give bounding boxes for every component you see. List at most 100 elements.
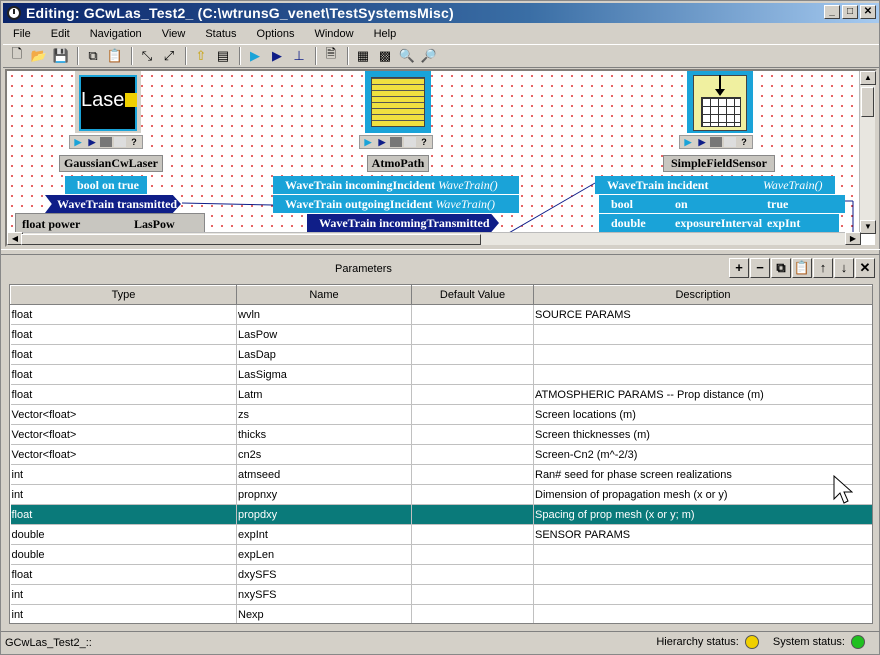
cell-default[interactable] <box>411 564 534 585</box>
menu-file[interactable]: File <box>3 28 41 40</box>
shrink-icon[interactable]: ⤡ <box>137 46 157 66</box>
table-row[interactable]: double expLen <box>10 544 872 565</box>
cell-description[interactable] <box>533 364 872 385</box>
scroll-right-icon[interactable]: ▶ <box>845 232 861 245</box>
table-row[interactable]: double expInt SENSOR PARAMS <box>10 524 872 545</box>
paste-icon[interactable]: 📋 <box>792 258 812 278</box>
cell-default[interactable] <box>411 464 534 485</box>
atmopath-block-name[interactable]: AtmoPath <box>367 155 429 172</box>
diagram-canvas[interactable]: Laser ▶ ▶? GaussianCwLaser bool on true W… <box>7 71 861 234</box>
cell-type[interactable]: Vector<float> <box>10 404 237 425</box>
cell-name[interactable]: Nexp <box>236 604 412 623</box>
close-icon[interactable]: ✕ <box>860 5 876 19</box>
cell-name[interactable]: cn2s <box>236 444 412 465</box>
add-parameter-button[interactable]: + <box>729 258 749 278</box>
laser-block-icon[interactable]: Laser <box>75 71 141 133</box>
sensor-block-icon[interactable] <box>687 71 753 133</box>
column-header-description[interactable]: Description <box>533 285 872 305</box>
sensor-bool-port[interactable]: bool on true <box>599 195 845 213</box>
menu-window[interactable]: Window <box>304 28 363 40</box>
atmopath-incoming-transmitted-port[interactable]: WaveTrain incomingTransmitted <box>307 214 499 232</box>
menu-status[interactable]: Status <box>195 28 246 40</box>
up-arrow-icon[interactable]: ⇧ <box>191 46 211 66</box>
cell-type[interactable]: int <box>10 464 237 485</box>
remove-parameter-button[interactable]: − <box>750 258 770 278</box>
system-status-led[interactable] <box>851 635 865 649</box>
save-icon[interactable]: 💾 <box>51 46 71 66</box>
cell-description[interactable] <box>533 324 872 345</box>
cell-description[interactable] <box>533 564 872 585</box>
open-folder-icon[interactable]: 📂 <box>29 46 49 66</box>
cell-type[interactable]: float <box>10 364 237 385</box>
cell-type[interactable]: float <box>10 304 237 325</box>
cell-default[interactable] <box>411 384 534 405</box>
table-row[interactable]: float LasDap <box>10 344 872 365</box>
paste-icon[interactable]: 📋 <box>105 46 125 66</box>
diagram-horizontal-scrollbar[interactable]: ◀ ▶ <box>7 232 861 245</box>
cell-type[interactable]: int <box>10 484 237 505</box>
input-port-icon[interactable]: ▶ <box>245 46 265 66</box>
copy-icon[interactable]: ⧉ <box>771 258 791 278</box>
maximize-icon[interactable]: □ <box>842 5 858 19</box>
cell-default[interactable] <box>411 604 534 623</box>
move-down-button[interactable]: ↓ <box>834 258 854 278</box>
table-row[interactable]: int nxySFS <box>10 584 872 605</box>
cell-type[interactable]: double <box>10 544 237 565</box>
close-panel-button[interactable]: ✕ <box>855 258 875 278</box>
cell-default[interactable] <box>411 524 534 545</box>
cell-default[interactable] <box>411 304 534 325</box>
cell-name[interactable]: Latm <box>236 384 412 405</box>
cell-default[interactable] <box>411 364 534 385</box>
cell-name[interactable]: zs <box>236 404 412 425</box>
table-row[interactable]: float dxySFS <box>10 564 872 585</box>
cell-description[interactable]: Screen-Cn2 (m^-2/3) <box>533 444 872 465</box>
sensor-block-controls[interactable]: ▶ ▶? <box>679 135 753 149</box>
cell-type[interactable]: float <box>10 384 237 405</box>
cell-description[interactable]: Dimension of propagation mesh (x or y) <box>533 484 872 505</box>
minimize-icon[interactable]: _ <box>824 5 840 19</box>
move-up-button[interactable]: ↑ <box>813 258 833 278</box>
cell-name[interactable]: atmseed <box>236 464 412 485</box>
menu-options[interactable]: Options <box>247 28 305 40</box>
table-row[interactable]: Vector<float> cn2s Screen-Cn2 (m^-2/3) <box>10 444 872 465</box>
cell-default[interactable] <box>411 584 534 605</box>
cell-type[interactable]: float <box>10 504 237 525</box>
atmopath-outgoing-incident-port[interactable]: WaveTrain outgoingIncident WaveTrain() <box>273 195 519 213</box>
cell-description[interactable] <box>533 544 872 565</box>
hierarchy-icon[interactable]: ▤ <box>213 46 233 66</box>
table-row[interactable]: float LasSigma <box>10 364 872 385</box>
cell-default[interactable] <box>411 444 534 465</box>
menu-edit[interactable]: Edit <box>41 28 80 40</box>
find-replace-icon[interactable]: 🔎 <box>419 46 439 66</box>
cell-description[interactable]: Screen locations (m) <box>533 404 872 425</box>
laser-bool-port[interactable]: bool on true <box>65 176 147 194</box>
menu-help[interactable]: Help <box>364 28 407 40</box>
cell-default[interactable] <box>411 404 534 425</box>
menu-navigation[interactable]: Navigation <box>80 28 152 40</box>
cell-description[interactable]: SOURCE PARAMS <box>533 304 872 325</box>
new-file-icon[interactable]: 🗋 <box>7 46 27 66</box>
atmopath-incoming-incident-port[interactable]: WaveTrain incomingIncident WaveTrain() <box>273 176 519 194</box>
cell-type[interactable]: double <box>10 524 237 545</box>
cell-name[interactable]: dxySFS <box>236 564 412 585</box>
cell-default[interactable] <box>411 484 534 505</box>
table-row[interactable]: int Nexp <box>10 604 872 623</box>
cell-type[interactable]: int <box>10 604 237 623</box>
column-header-name[interactable]: Name <box>236 285 412 305</box>
cell-default[interactable] <box>411 344 534 365</box>
laser-power-param[interactable]: float power LasPow <box>15 213 205 234</box>
expand-icon[interactable]: ⤢ <box>159 46 179 66</box>
table-row[interactable]: Vector<float> zs Screen locations (m) <box>10 404 872 425</box>
laser-block-name[interactable]: GaussianCwLaser <box>59 155 163 172</box>
document-icon[interactable]: 🗎 <box>321 46 341 66</box>
cell-name[interactable]: nxySFS <box>236 584 412 605</box>
find-icon[interactable]: 🔍 <box>397 46 417 66</box>
cell-name[interactable]: expLen <box>236 544 412 565</box>
grid-alt-icon[interactable]: ▩ <box>375 46 395 66</box>
cell-name[interactable]: expInt <box>236 524 412 545</box>
cell-default[interactable] <box>411 424 534 445</box>
table-row[interactable]: float propdxy Spacing of prop mesh (x or y… <box>10 504 872 525</box>
cell-name[interactable]: LasSigma <box>236 364 412 385</box>
sensor-exposure-port[interactable]: double exposureInterval expInt <box>599 214 839 232</box>
panel-splitter[interactable] <box>1 249 880 255</box>
